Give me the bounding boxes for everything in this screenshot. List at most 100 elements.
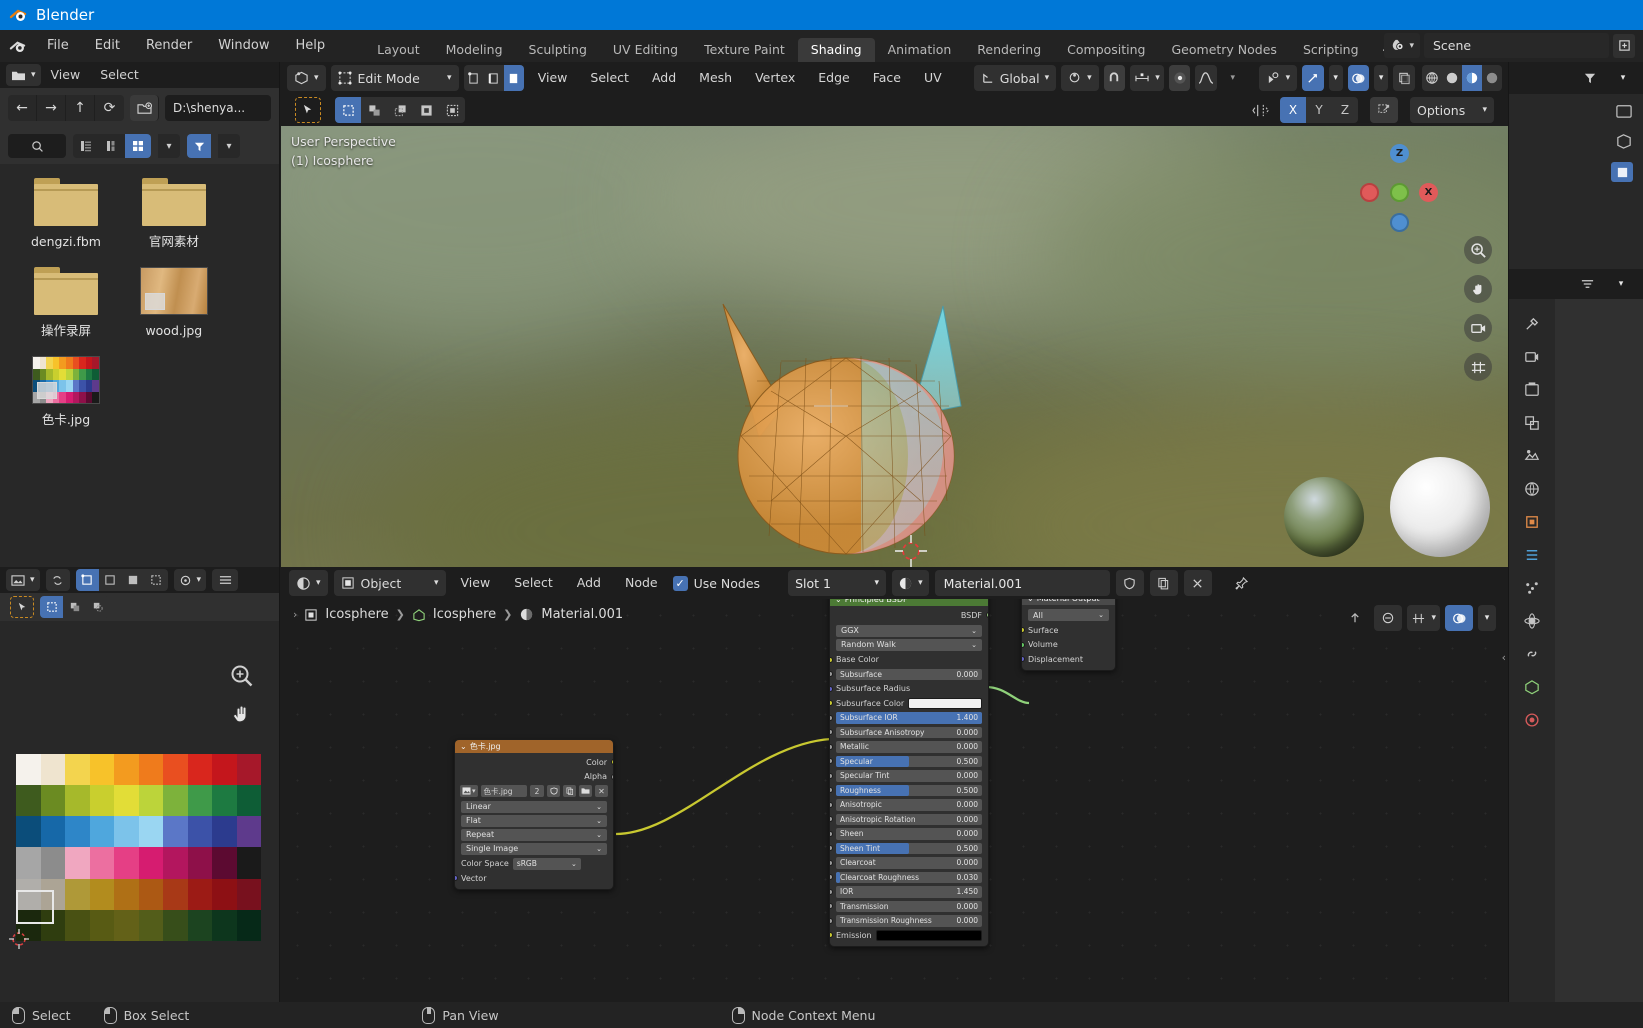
material-preview-shading-icon[interactable] bbox=[1461, 65, 1482, 91]
viewport-canvas[interactable]: User Perspective (1) Icosphere Z X bbox=[281, 126, 1508, 567]
outliner-filter-icon[interactable] bbox=[1576, 65, 1604, 91]
tweak-tool-icon[interactable] bbox=[10, 596, 34, 618]
file-item-wood-jpg[interactable]: wood.jpg bbox=[124, 267, 224, 338]
scene-browse-button[interactable]: ▾ bbox=[1384, 33, 1420, 58]
gizmo-axis-neg-x[interactable] bbox=[1360, 183, 1379, 202]
value-slider[interactable]: Sheen 0.000 bbox=[836, 828, 982, 840]
gizmo-axis-y[interactable] bbox=[1390, 183, 1409, 202]
value-slider[interactable]: Subsurface Anisotropy 0.000 bbox=[836, 726, 982, 738]
bsdf-input-transmission[interactable]: Transmission 0.000 bbox=[830, 899, 988, 914]
material-name-field[interactable]: Material.001 bbox=[934, 570, 1110, 596]
shader-menu-add[interactable]: Add bbox=[568, 570, 610, 596]
extension-dropdown[interactable]: Repeat ⌄ bbox=[461, 828, 607, 841]
socket-metallic[interactable] bbox=[830, 743, 833, 750]
tab-rendering[interactable]: Rendering bbox=[964, 38, 1054, 62]
pan-view-icon[interactable] bbox=[1464, 275, 1492, 303]
properties-filter-icon[interactable] bbox=[1573, 271, 1601, 297]
socket-subsurface-radius[interactable] bbox=[830, 685, 833, 692]
mirror-axis-z[interactable]: Z bbox=[1332, 97, 1358, 123]
node-sidebar-expand-icon[interactable]: ‹ bbox=[1502, 651, 1506, 664]
bsdf-input-sheen-tint[interactable]: Sheen Tint 0.500 bbox=[830, 841, 988, 856]
viewport-menu-edge[interactable]: Edge bbox=[809, 65, 858, 91]
bsdf-input-clearcoat-roughness[interactable]: Clearcoat Roughness 0.030 bbox=[830, 870, 988, 885]
distribution-dropdown[interactable]: GGX ⌄ bbox=[836, 624, 982, 637]
select-intersect-icon[interactable] bbox=[413, 97, 439, 123]
collapse-chevron-icon[interactable]: ⌄ bbox=[460, 742, 467, 751]
filter-icon[interactable] bbox=[187, 134, 211, 158]
node-input-displacement[interactable]: Displacement bbox=[1022, 652, 1115, 667]
socket-emission[interactable] bbox=[830, 932, 833, 938]
select-subtract-icon[interactable] bbox=[387, 97, 413, 123]
socket-anisotropic[interactable] bbox=[830, 801, 833, 808]
fake-user-icon[interactable] bbox=[1115, 570, 1144, 596]
socket-transmission-roughness[interactable] bbox=[830, 917, 833, 924]
menu-file[interactable]: File bbox=[34, 30, 82, 62]
socket-subsurface[interactable] bbox=[830, 671, 833, 677]
node-overlay-icon[interactable] bbox=[1445, 605, 1473, 631]
particle-properties-icon[interactable] bbox=[1521, 577, 1543, 599]
tab-shading[interactable]: Shading bbox=[797, 38, 875, 62]
bsdf-input-transmission-roughness[interactable]: Transmission Roughness 0.000 bbox=[830, 914, 988, 929]
node-snap-icon[interactable] bbox=[1374, 605, 1403, 631]
outliner-collection-icon[interactable] bbox=[1615, 102, 1633, 120]
gizmo-axis-z[interactable]: Z bbox=[1390, 144, 1409, 163]
socket-subsurface-ior[interactable] bbox=[830, 714, 833, 721]
bsdf-input-clearcoat[interactable]: Clearcoat 0.000 bbox=[830, 856, 988, 871]
toggle-ortho-icon[interactable] bbox=[1464, 353, 1492, 381]
xray-toggle-icon[interactable] bbox=[1393, 65, 1415, 91]
bsdf-input-subsurface-radius[interactable]: Subsurface Radius bbox=[830, 682, 988, 697]
collapse-chevron-icon[interactable]: ⌄ bbox=[1027, 599, 1034, 603]
bsdf-input-base-color[interactable]: Base Color bbox=[830, 653, 988, 668]
tab-modeling[interactable]: Modeling bbox=[433, 38, 516, 62]
new-folder-icon[interactable] bbox=[130, 95, 159, 121]
node-input-vector[interactable]: Vector bbox=[455, 871, 613, 886]
bsdf-input-metallic[interactable]: Metallic 0.000 bbox=[830, 740, 988, 755]
face-select-icon[interactable] bbox=[503, 65, 524, 91]
horizontal-list-icon[interactable] bbox=[99, 134, 125, 158]
bsdf-input-specular-tint[interactable]: Specular Tint 0.000 bbox=[830, 769, 988, 784]
bsdf-input-subsurface-anisotropy[interactable]: Subsurface Anisotropy 0.000 bbox=[830, 725, 988, 740]
interpolation-dropdown[interactable]: Linear ⌄ bbox=[461, 800, 607, 813]
viewport-menu-face[interactable]: Face bbox=[864, 65, 910, 91]
show-gizmo-icon[interactable] bbox=[1302, 65, 1324, 91]
unlink-image-icon[interactable]: ✕ bbox=[595, 785, 608, 798]
tweak-tool-icon[interactable] bbox=[295, 97, 321, 123]
socket-surface[interactable] bbox=[1022, 627, 1025, 633]
viewport-options-dropdown[interactable]: Options ▾ bbox=[1410, 97, 1494, 123]
mirror-x-icon[interactable] bbox=[1246, 97, 1274, 123]
socket-sheen[interactable] bbox=[830, 830, 833, 837]
constraint-properties-icon[interactable] bbox=[1521, 643, 1543, 665]
image-datablock-row[interactable]: ▾ 色卡.jpg 2 ✕ bbox=[455, 784, 613, 799]
unlink-material-icon[interactable] bbox=[1183, 570, 1212, 596]
socket-volume[interactable] bbox=[1022, 641, 1025, 648]
uv-sync-icon[interactable] bbox=[45, 569, 70, 591]
shader-editor-type-button[interactable]: ▾ bbox=[289, 570, 328, 596]
rendered-shading-icon[interactable] bbox=[1482, 65, 1502, 91]
viewport-menu-vertex[interactable]: Vertex bbox=[746, 65, 804, 91]
bsdf-input-anisotropic[interactable]: Anisotropic 0.000 bbox=[830, 798, 988, 813]
node-output-bsdf[interactable]: BSDF bbox=[830, 608, 988, 623]
value-slider[interactable]: Clearcoat 0.000 bbox=[836, 857, 982, 869]
tab-layout[interactable]: Layout bbox=[364, 38, 433, 62]
open-image-folder-icon[interactable] bbox=[579, 785, 592, 798]
socket-base-color[interactable] bbox=[830, 656, 833, 663]
zoom-view-icon[interactable] bbox=[1464, 236, 1492, 264]
socket-subsurface-color[interactable] bbox=[830, 700, 833, 706]
pan-hand-icon[interactable] bbox=[229, 701, 257, 729]
bsdf-input-specular[interactable]: Specular 0.500 bbox=[830, 754, 988, 769]
transform-orientation-dropdown[interactable]: Global ▾ bbox=[973, 65, 1057, 91]
socket-ior[interactable] bbox=[830, 888, 833, 895]
socket-displacement[interactable] bbox=[1022, 656, 1025, 662]
target-dropdown[interactable]: All ⌄ bbox=[1028, 609, 1109, 621]
image-pivot-button[interactable]: ▾ bbox=[173, 569, 207, 591]
socket-clearcoat[interactable] bbox=[830, 859, 833, 866]
viewport-editor-type-button[interactable]: ▾ bbox=[287, 65, 326, 91]
pin-icon[interactable] bbox=[1228, 570, 1256, 596]
value-slider[interactable]: Transmission Roughness 0.000 bbox=[836, 915, 982, 927]
bsdf-input-anisotropic-rotation[interactable]: Anisotropic Rotation 0.000 bbox=[830, 812, 988, 827]
file-item-caozuo-luping[interactable]: 操作录屏 bbox=[16, 267, 116, 338]
interaction-mode-dropdown[interactable]: Edit Mode ▾ bbox=[330, 65, 459, 91]
socket-sheen-tint[interactable] bbox=[830, 845, 833, 851]
overlays-chevron-down-icon[interactable]: ▾ bbox=[1374, 65, 1389, 91]
color-swatch[interactable] bbox=[908, 697, 982, 709]
